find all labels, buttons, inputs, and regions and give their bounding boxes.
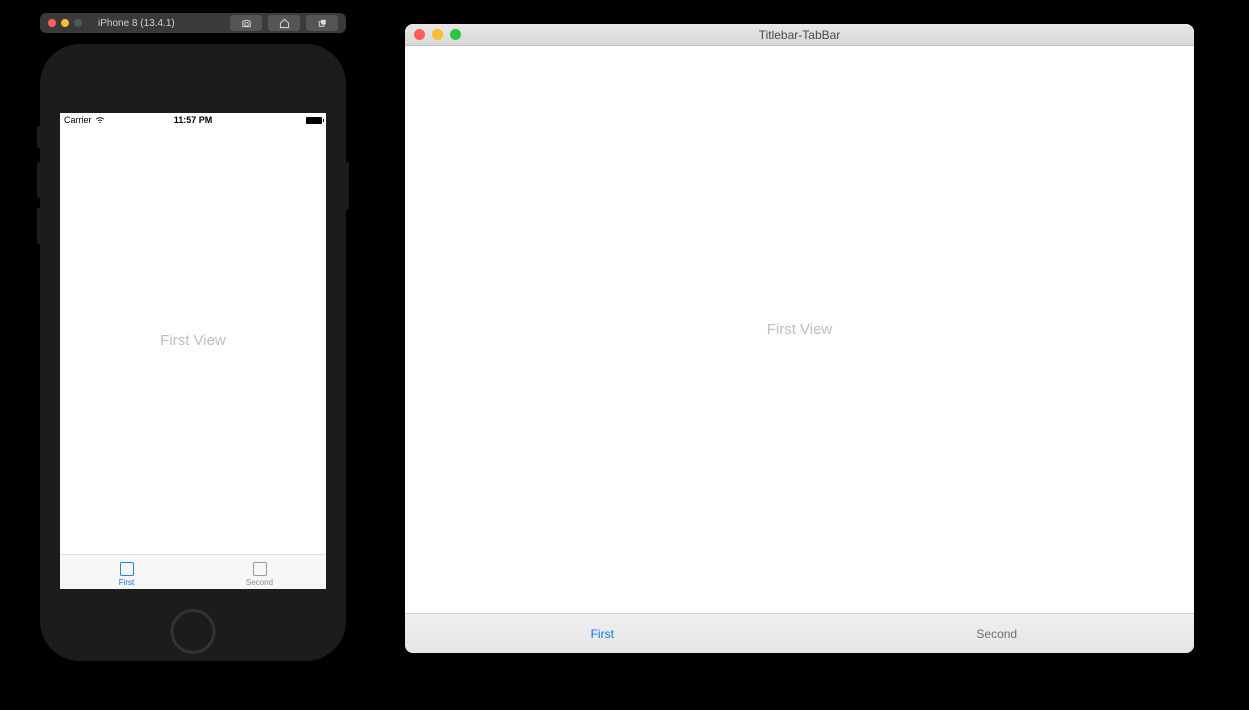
simulator-controls: iPhone 8 (13.4.1) — [40, 13, 346, 33]
tab-label: First — [591, 627, 614, 641]
mute-switch[interactable] — [37, 126, 40, 148]
app-switcher-button[interactable] — [306, 15, 338, 31]
square-icon — [120, 562, 134, 576]
home-button-physical[interactable] — [171, 609, 216, 654]
home-icon — [279, 18, 290, 29]
tab-label: Second — [976, 627, 1017, 641]
tab-label: Second — [246, 578, 273, 587]
tab-second[interactable]: Second — [193, 555, 326, 589]
volume-up-button[interactable] — [37, 162, 40, 198]
minimize-icon[interactable] — [61, 19, 69, 27]
minimize-icon[interactable] — [432, 29, 443, 40]
tab-first[interactable]: First — [405, 614, 800, 653]
mac-content-label: First View — [767, 321, 833, 338]
iphone-screen: Carrier 11:57 PM First View First Second — [60, 113, 326, 589]
ios-content-label: First View — [160, 332, 226, 349]
mac-window: Titlebar-TabBar First View First Second — [405, 24, 1194, 653]
power-button[interactable] — [346, 162, 349, 210]
mac-content-area: First View — [405, 46, 1194, 613]
mac-titlebar[interactable]: Titlebar-TabBar — [405, 24, 1194, 46]
ios-tabbar: First Second — [60, 554, 326, 589]
status-bar: Carrier 11:57 PM — [60, 113, 326, 127]
zoom-icon[interactable] — [450, 29, 461, 40]
tab-first[interactable]: First — [60, 555, 193, 589]
volume-down-button[interactable] — [37, 208, 40, 244]
carrier-label: Carrier — [64, 115, 92, 125]
window-title: Titlebar-TabBar — [759, 28, 841, 42]
inactive-dot-icon — [74, 19, 82, 27]
tab-second[interactable]: Second — [800, 614, 1195, 653]
battery-icon — [306, 117, 322, 124]
simulator-traffic-lights — [48, 19, 82, 27]
camera-icon — [241, 18, 252, 29]
screenshot-button[interactable] — [230, 15, 262, 31]
home-button[interactable] — [268, 15, 300, 31]
square-icon — [253, 562, 267, 576]
iphone-simulator: Carrier 11:57 PM First View First Second — [40, 44, 346, 661]
mac-tabbar: First Second — [405, 613, 1194, 653]
wifi-icon — [95, 116, 105, 124]
status-time: 11:57 PM — [174, 115, 213, 125]
mac-traffic-lights — [405, 29, 461, 40]
simulator-device-label: iPhone 8 (13.4.1) — [98, 18, 224, 29]
ios-content-area: First View — [60, 127, 326, 554]
close-icon[interactable] — [414, 29, 425, 40]
tab-label: First — [119, 578, 135, 587]
close-icon[interactable] — [48, 19, 56, 27]
stacked-rects-icon — [317, 18, 328, 29]
